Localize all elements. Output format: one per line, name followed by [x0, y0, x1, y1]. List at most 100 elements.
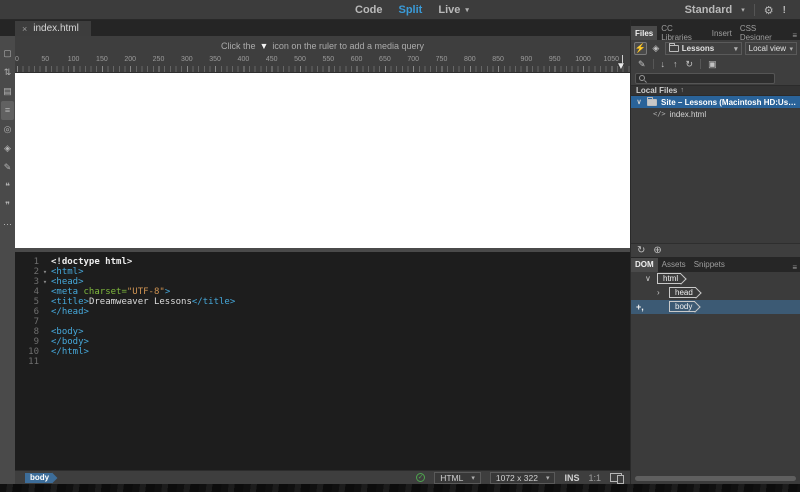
- tab-assets[interactable]: Assets: [658, 258, 690, 272]
- tag-selector-body[interactable]: body: [25, 472, 53, 483]
- remove-comment-icon[interactable]: ❞: [1, 196, 14, 215]
- code-line[interactable]: 4 <meta charset="UTF-8">: [15, 287, 630, 297]
- toolbar-options-icon[interactable]: ⋯: [1, 215, 14, 234]
- alert-icon[interactable]: !: [783, 5, 786, 16]
- code-text: <html>: [51, 267, 84, 277]
- live-view-button[interactable]: Live ▾: [438, 4, 469, 16]
- files-search-input[interactable]: [635, 72, 775, 84]
- tab-snippets[interactable]: Snippets: [690, 258, 729, 272]
- code-line[interactable]: 11: [15, 357, 630, 367]
- inspect-mode-icon[interactable]: ◎: [1, 120, 14, 139]
- open-documents-icon[interactable]: ▢: [1, 44, 14, 63]
- tab-css-designer[interactable]: CSS Designer: [736, 24, 793, 42]
- dom-node-html[interactable]: ∨ html: [631, 272, 800, 286]
- code-line[interactable]: 3 ▾ <head>: [15, 277, 630, 287]
- connect-server-icon[interactable]: ⚡: [634, 42, 647, 55]
- chevron-down-icon[interactable]: ▾: [741, 6, 745, 14]
- fold-gutter: [39, 327, 51, 337]
- site-dropdown[interactable]: Lessons ▾: [664, 42, 742, 55]
- tree-row-site[interactable]: ∨ Site – Lessons (Macintosh HD:Users:demi…: [631, 96, 800, 108]
- design-view[interactable]: [15, 73, 630, 248]
- code-token: "UTF-8": [126, 287, 165, 297]
- checkout-icon[interactable]: ✎: [635, 59, 649, 70]
- dom-node-body[interactable]: +, body: [631, 299, 800, 314]
- files-tree: ∨ Site – Lessons (Macintosh HD:Users:demi…: [631, 96, 800, 120]
- tree-row-file[interactable]: </> index.html: [631, 108, 800, 120]
- put-files-icon[interactable]: ↑: [670, 59, 681, 69]
- chevron-down-icon[interactable]: ∨: [645, 274, 651, 283]
- device-preview-icon[interactable]: [610, 473, 624, 484]
- code-line[interactable]: 2 ▾ <html>: [15, 267, 630, 277]
- panel-menu-icon[interactable]: ≡: [792, 31, 797, 40]
- refresh-icon[interactable]: ↻: [637, 245, 645, 256]
- chevron-right-icon[interactable]: ›: [657, 288, 660, 297]
- horizontal-scrollbar[interactable]: [635, 476, 796, 481]
- tab-files[interactable]: Files: [631, 26, 658, 40]
- fold-arrow-icon[interactable]: ▾: [39, 267, 51, 277]
- expand-all-icon[interactable]: ◈: [1, 139, 14, 158]
- doctype-dropdown[interactable]: HTML ▾: [434, 471, 481, 484]
- code-line[interactable]: 9 </body>: [15, 337, 630, 347]
- chevron-down-icon: ▾: [789, 45, 794, 53]
- dom-node-head[interactable]: › head: [631, 286, 800, 300]
- window-size-dropdown[interactable]: 1072 x 322 ▾: [489, 471, 556, 484]
- code-token: Dreamweaver Lessons: [88, 297, 192, 307]
- fold-arrow-icon[interactable]: ▾: [39, 277, 51, 287]
- get-files-icon[interactable]: ↓: [658, 59, 669, 69]
- media-query-marker-icon[interactable]: ▼: [616, 61, 626, 72]
- html-file-icon: </>: [653, 110, 666, 118]
- code-line[interactable]: 5 <title>Dreamweaver Lessons</title>: [15, 297, 630, 307]
- edit-css-icon[interactable]: ✎: [1, 158, 14, 177]
- ruler-label: 950: [548, 56, 561, 63]
- close-icon[interactable]: ×: [22, 24, 27, 34]
- git-icon[interactable]: ◈: [650, 42, 662, 55]
- code-line[interactable]: 8 <body>: [15, 327, 630, 337]
- horizontal-ruler[interactable]: 0 50 100 150 200 250 300 350 400 450 500 550 600 650 7…: [15, 55, 630, 73]
- code-token: <body>: [51, 327, 84, 337]
- site-dropdown-value: Lessons: [681, 44, 715, 53]
- code-line[interactable]: 10 </html>: [15, 347, 630, 357]
- code-token: <meta: [51, 287, 84, 297]
- code-line[interactable]: 7: [15, 317, 630, 327]
- sync-icon[interactable]: ↻: [683, 59, 697, 70]
- right-panel-dock: Files CC Libraries Insert CSS Designer ≡ ⚡ ◈…: [630, 20, 800, 484]
- editor-area: × index.html ▢ ⇅ ▤ ≡ ◎ ◈ ✎ ❝ ❞ ⋯ Click the ▼ icon…: [0, 20, 630, 484]
- zoom-ratio: 1:1: [588, 472, 601, 483]
- tab-dom[interactable]: DOM: [631, 257, 658, 272]
- document-tab-index-html[interactable]: × index.html: [15, 21, 91, 36]
- code-text: </body>: [51, 337, 89, 347]
- apply-comment-icon[interactable]: ❝: [1, 177, 14, 196]
- tab-insert[interactable]: Insert: [708, 26, 736, 40]
- file-management-icon[interactable]: ⇅: [1, 63, 14, 82]
- search-icon: [639, 75, 645, 81]
- code-line[interactable]: 1 <!doctype html>: [15, 257, 630, 267]
- ruler-label: 300: [180, 56, 193, 63]
- code-token: </html>: [51, 347, 89, 357]
- line-number: 4: [33, 287, 39, 297]
- local-files-header[interactable]: Local Files ↑: [631, 85, 800, 96]
- code-token: >: [164, 287, 171, 297]
- split-view-button[interactable]: Split: [399, 4, 423, 16]
- add-element-icon[interactable]: +,: [636, 302, 644, 312]
- view-dropdown[interactable]: Local view ▾: [744, 42, 798, 55]
- sort-arrow-icon: ↑: [680, 87, 684, 94]
- files-search-row: [631, 71, 800, 85]
- tab-cc-libraries[interactable]: CC Libraries: [657, 24, 708, 42]
- lint-ok-icon[interactable]: ✓: [416, 473, 426, 482]
- code-view[interactable]: 1 <!doctype html> 2 ▾ <html> 3 ▾ <head> 4 <meta c…: [15, 252, 630, 470]
- code-line[interactable]: 6 </head>: [15, 307, 630, 317]
- expand-panel-icon[interactable]: ▣: [705, 59, 720, 70]
- ruler-label: 250: [152, 56, 165, 63]
- chevron-down-icon[interactable]: ▾: [465, 6, 469, 14]
- preview-server-icon[interactable]: ⊕: [653, 245, 661, 256]
- line-number: 3: [33, 277, 39, 287]
- live-view-options-icon[interactable]: ▤: [1, 82, 14, 101]
- chevron-down-icon[interactable]: ∨: [635, 98, 643, 106]
- code-view-button[interactable]: Code: [355, 4, 383, 16]
- gear-icon[interactable]: ⚙: [764, 4, 774, 17]
- media-query-hint-bar: Click the ▼ icon on the ruler to add a m…: [15, 36, 630, 55]
- format-source-code-icon[interactable]: ≡: [1, 101, 14, 120]
- workspace-switcher[interactable]: Standard: [685, 4, 733, 16]
- panel-menu-icon[interactable]: ≡: [792, 263, 797, 272]
- ruler-label: 100: [67, 56, 80, 63]
